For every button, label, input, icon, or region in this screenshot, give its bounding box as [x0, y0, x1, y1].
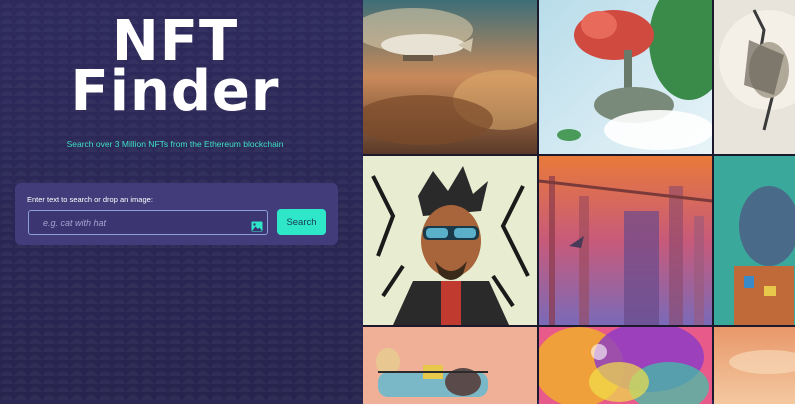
- search-label: Enter text to search or drop an image:: [27, 195, 153, 204]
- nft-gallery: [363, 0, 795, 404]
- search-button[interactable]: Search: [277, 209, 326, 235]
- search-input[interactable]: [28, 210, 268, 235]
- search-panel: Enter text to search or drop an image: S…: [15, 183, 338, 245]
- nft-tile-sketch[interactable]: [714, 0, 795, 154]
- nft-tile-cartoon-man[interactable]: [363, 156, 537, 325]
- nft-tile-colorful-face[interactable]: [539, 327, 712, 404]
- nft-tile-robot[interactable]: [714, 156, 795, 325]
- nft-tile-airship[interactable]: [363, 0, 537, 154]
- nft-tile-peach-sky[interactable]: [714, 327, 795, 404]
- nft-tile-vehicle-cartoon[interactable]: [363, 327, 537, 404]
- nft-tile-futuristic-city[interactable]: [539, 156, 712, 325]
- left-panel: NFT Finder Search over 3 Million NFTs fr…: [0, 0, 363, 400]
- nft-tile-floating-island[interactable]: [539, 0, 712, 154]
- page-subtitle: Search over 3 Million NFTs from the Ethe…: [66, 139, 284, 149]
- image-upload-icon[interactable]: [251, 217, 263, 232]
- page-title-line2: Finder: [70, 59, 280, 124]
